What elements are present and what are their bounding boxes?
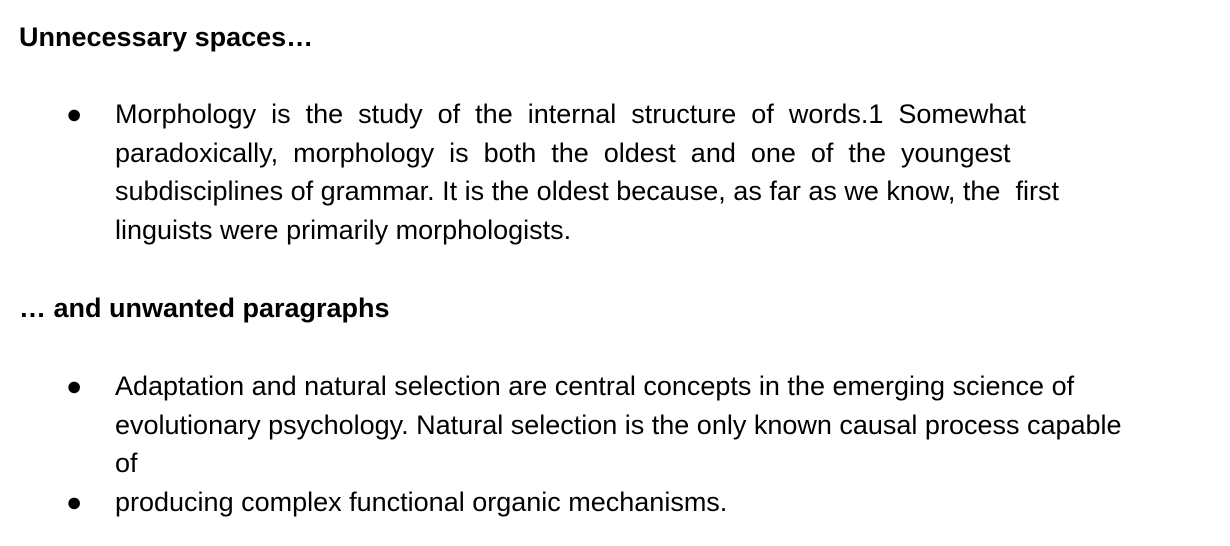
text-line: of xyxy=(115,448,138,478)
bullet-icon: ● xyxy=(66,99,83,129)
bullet-icon: ● xyxy=(66,487,83,517)
list-item-text: Adaptation and natural selection are cen… xyxy=(115,367,1122,483)
text-line: producing complex functional organic mec… xyxy=(115,487,728,517)
text-line: evolutionary psychology. Natural selecti… xyxy=(115,409,1122,440)
heading-unnecessary-spaces: Unnecessary spaces… xyxy=(19,22,314,52)
text-line: subdisciplines of grammar. It is the old… xyxy=(115,176,1059,206)
text-line: linguists were primarily morphologists. xyxy=(115,214,572,245)
heading-unwanted-paragraphs: … and unwanted paragraphs xyxy=(19,293,390,323)
text-line: Morphology is the study of the internal … xyxy=(115,99,1026,129)
list-item-text: Morphology is the study of the internal … xyxy=(115,95,1059,249)
text-line: paradoxically, morphology is both the ol… xyxy=(115,137,1011,168)
text-line: Adaptation and natural selection are cen… xyxy=(115,371,1075,401)
list-item-text: producing complex functional organic mec… xyxy=(115,483,727,522)
bullet-icon: ● xyxy=(66,371,83,401)
